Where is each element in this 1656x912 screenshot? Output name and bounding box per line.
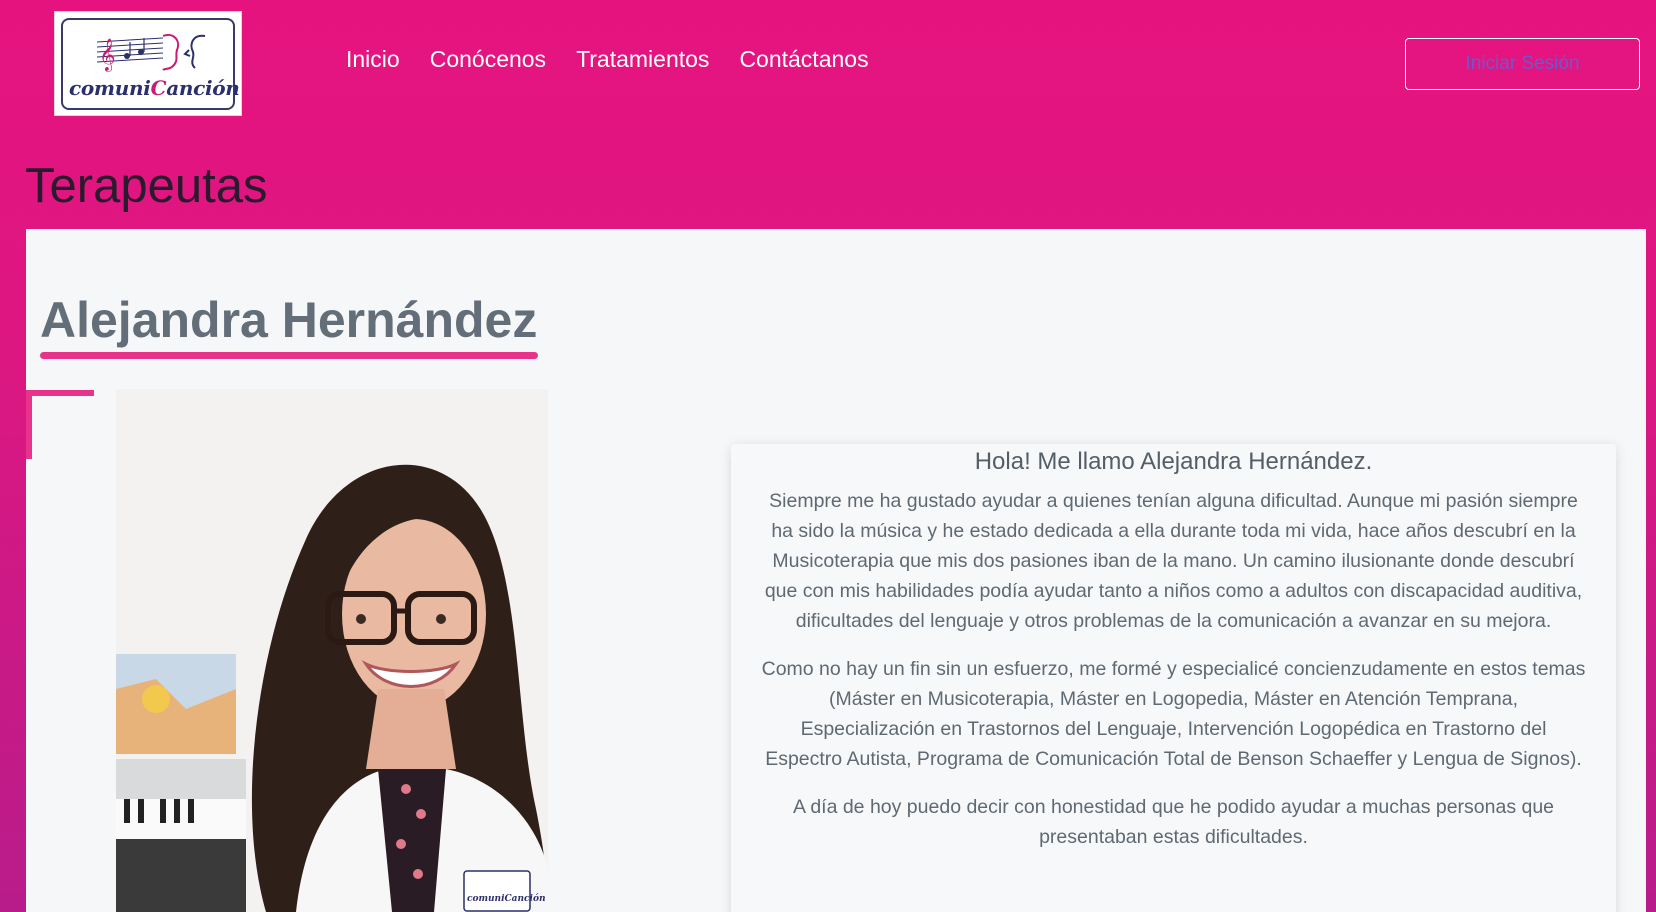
- bio-paragraph: Como no hay un fin sin un esfuerzo, me f…: [761, 658, 1586, 770]
- nav-item-contactanos[interactable]: Contáctanos: [739, 46, 868, 73]
- name-underline: [40, 352, 538, 359]
- bio-greeting: Hola! Me llamo Alejandra Hernández.: [974, 448, 1373, 475]
- photo-corner-accent: [26, 390, 94, 459]
- therapist-photo: comuniCanción: [116, 389, 548, 912]
- therapist-portrait-image: comuniCanción: [116, 389, 548, 912]
- therapist-panel: Alejandra Hernández comuniCanción Hola! …: [26, 229, 1646, 912]
- login-button[interactable]: Iniciar Sesión: [1405, 38, 1640, 90]
- logo-frame: 𝄞 comuniCanción: [61, 17, 240, 110]
- bio-card: Hola! Me llamo Alejandra Hernández. Siem…: [731, 444, 1616, 912]
- site-logo[interactable]: 𝄞 comuniCanción: [54, 11, 242, 116]
- nav-item-tratamientos[interactable]: Tratamientos: [576, 46, 709, 73]
- nav-item-inicio[interactable]: Inicio: [346, 46, 400, 73]
- therapist-name: Alejandra Hernández: [40, 292, 538, 348]
- svg-text:𝄞: 𝄞: [99, 38, 116, 72]
- bio-paragraph: A día de hoy puedo decir con honestidad …: [792, 796, 1555, 848]
- logo-wordmark: comuniCanción: [69, 75, 240, 100]
- music-notes-icon: 𝄞: [96, 33, 206, 72]
- page-title: Terapeutas: [25, 159, 268, 213]
- coat-badge-text: comuniCanción: [467, 893, 546, 904]
- bio-paragraph: Siempre me ha gustado ayudar a quienes t…: [764, 490, 1583, 632]
- nav-item-conocenos[interactable]: Conócenos: [430, 46, 546, 73]
- main-nav: Inicio Conócenos Tratamientos Contáctano…: [346, 46, 869, 73]
- site-header: 𝄞 comuniCanción Inicio Conócenos Tratami…: [0, 0, 1656, 130]
- logo-wordmark-accent: C: [150, 75, 167, 100]
